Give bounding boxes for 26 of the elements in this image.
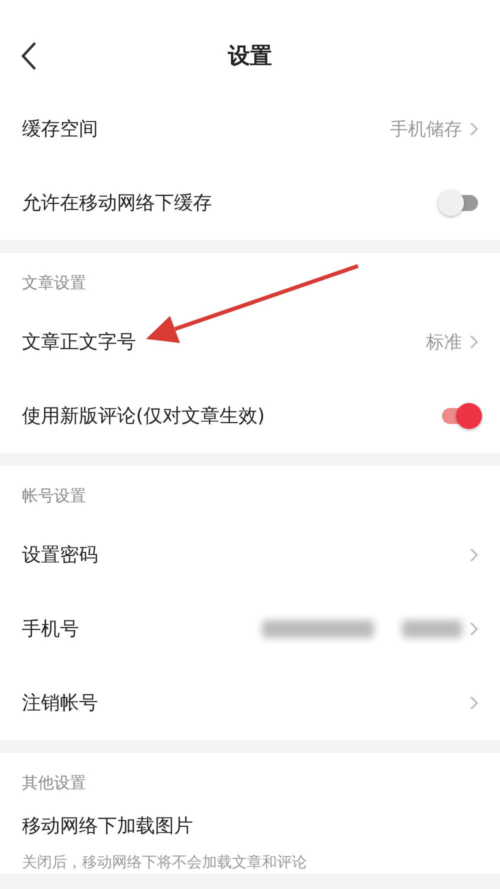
row-label: 使用新版评论(仅对文章生效) <box>22 404 266 429</box>
chevron-icon <box>470 122 478 136</box>
chevron-icon <box>470 335 478 349</box>
row-label: 移动网络下加载图片 <box>22 814 194 839</box>
chevron-icon <box>470 548 478 562</box>
row-label: 缓存空间 <box>22 117 99 142</box>
settings-row[interactable]: 缓存空间 手机储存 <box>0 92 500 166</box>
page-title: 设置 <box>228 43 272 71</box>
row-value: 标准 <box>426 331 462 354</box>
row-label: 设置密码 <box>22 543 99 568</box>
settings-row[interactable]: 注销帐号 <box>0 666 500 740</box>
settings-row[interactable]: 文章正文字号 标准 <box>0 305 500 379</box>
section-header: 帐号设置 <box>22 485 86 507</box>
row-description: 关闭后，移动网络下将不会加载文章和评论 <box>22 853 308 873</box>
row-label: 文章正文字号 <box>22 330 137 355</box>
row-label: 手机号 <box>22 617 80 642</box>
row-label: 允许在移动网络下缓存 <box>22 191 213 216</box>
chevron-icon <box>470 696 478 710</box>
toggle-switch[interactable] <box>438 191 478 215</box>
row-label: 注销帐号 <box>22 691 99 716</box>
section-header: 文章设置 <box>22 272 86 294</box>
settings-row[interactable]: 设置密码 <box>0 518 500 592</box>
row-value: 手机储存 <box>390 118 462 141</box>
settings-row[interactable]: 手机号 <box>0 592 500 666</box>
chevron-icon <box>470 622 478 636</box>
section-header: 其他设置 <box>22 772 86 794</box>
